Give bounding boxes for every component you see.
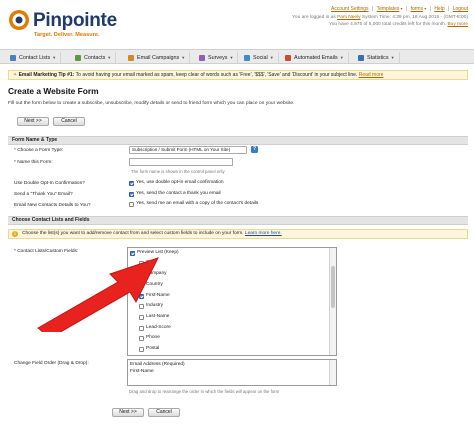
form-type-select[interactable]: Subscription / Submit Form (HTML on Your… — [129, 146, 247, 154]
surveys-icon — [199, 54, 205, 61]
social-icon — [244, 54, 250, 61]
templates-link[interactable]: Templates — [377, 6, 400, 12]
thankyou-label: Send a "Thank You" Email? — [14, 192, 73, 197]
nav-statistics[interactable]: Statistics ▼ — [354, 52, 400, 63]
page-intro: Fill out the form below to create a subs… — [8, 101, 295, 106]
next-button-bottom[interactable]: Next >> — [112, 408, 144, 417]
nav-contacts[interactable]: Contacts ▼ — [71, 52, 117, 63]
header: Pinpointe Target. Deliver. Measure. Acco… — [0, 0, 474, 48]
nav-contact-lists[interactable]: Contact Lists ▼ — [6, 52, 62, 63]
tip-text: To avoid having your email marked as spa… — [74, 72, 358, 78]
form-name-label: * Name this Form: — [14, 160, 53, 165]
learn-more-link[interactable]: Learn more here. — [245, 231, 282, 236]
separator: | — [371, 6, 374, 12]
order-item[interactable]: First-Name — [130, 368, 334, 375]
chevron-down-icon: ▼ — [269, 55, 274, 60]
credits-status: You have 4,975 of 5,000 total credits le… — [328, 22, 468, 27]
help-link[interactable]: Help — [434, 6, 444, 12]
chevron-down-icon: ▼ — [339, 55, 344, 60]
list-item: Phone — [146, 335, 160, 340]
chevron-down-icon: ▼ — [181, 55, 186, 60]
chevron-down-icon: ▼ — [390, 55, 395, 60]
order-box-scrollbar[interactable] — [329, 360, 336, 385]
pinpointe-logo-icon — [9, 10, 29, 30]
chevron-down-icon[interactable]: ▾ — [399, 6, 402, 11]
new-details-checkbox[interactable] — [129, 202, 134, 207]
email-campaigns-icon — [128, 54, 134, 61]
chevron-down-icon: ▼ — [52, 55, 57, 60]
login-status: You are logged in as Pam Neely System Ti… — [292, 15, 468, 20]
account-info: You are logged in as Pam Neely System Ti… — [292, 14, 468, 28]
double-optin-label: Use Double Opt-In Confirmation? — [14, 181, 85, 186]
chevron-down-icon: ▼ — [107, 55, 112, 60]
statistics-icon — [358, 54, 364, 61]
new-details-label: Email New Contacts Details to You? — [14, 203, 91, 208]
form-type-label: * Choose a Form Type: — [14, 148, 64, 153]
listbox-scrollbar[interactable] — [329, 248, 336, 355]
page-title: Create a Website Form — [8, 86, 99, 96]
top-links: Account Settings | Templates ▾ | forms ▾… — [331, 6, 468, 12]
account-settings-link[interactable]: Account Settings — [331, 6, 369, 12]
separator: | — [448, 6, 450, 12]
order-item[interactable]: Email Address (Required) — [130, 361, 334, 368]
form-name-input[interactable] — [129, 158, 233, 166]
brand-name: Pinpointe — [33, 10, 117, 31]
buy-more-link[interactable]: Buy more — [447, 22, 468, 27]
brand-tagline: Target. Deliver. Measure. — [34, 32, 100, 38]
field-order-label: Change Field Order (Drag & Drop): — [14, 361, 89, 366]
help-icon[interactable]: ? — [251, 146, 258, 153]
red-arrow-annotation-icon — [37, 257, 159, 332]
forms-link[interactable]: forms — [411, 6, 424, 12]
section-contact-lists-fields: Choose Contact Lists and Fields — [8, 216, 468, 225]
section-form-name-type: Form Name & Type — [8, 136, 468, 145]
field-order-box[interactable]: Email Address (Required) First-Name — [127, 359, 337, 386]
nav-social[interactable]: Social ▼ — [240, 52, 279, 63]
separator: | — [405, 6, 408, 12]
info-icon: i — [12, 231, 18, 237]
double-optin-checkbox[interactable] — [129, 181, 134, 186]
cancel-button-bottom[interactable]: Cancel — [148, 408, 180, 417]
thankyou-option: Yes, send the contact a thank you email — [136, 191, 221, 196]
chevron-down-icon: ▼ — [229, 55, 234, 60]
cancel-button-top[interactable]: Cancel — [53, 117, 85, 126]
tip-prefix: Email Marketing Tip #1: — [18, 72, 75, 78]
new-details-option: Yes, send me an email with a copy of the… — [136, 201, 259, 206]
field-order-note: Drag and drop to rearrange the order in … — [129, 389, 280, 394]
lightbulb-icon: ✦ — [13, 72, 18, 78]
nav-automated-emails[interactable]: Automated Emails ▼ — [281, 52, 349, 63]
contact-lists-icon — [10, 54, 16, 61]
chevron-down-icon[interactable]: ▾ — [423, 6, 426, 11]
user-link[interactable]: Pam Neely — [337, 15, 360, 20]
contact-lists-info: i Choose the list(s) you want to add/rem… — [8, 229, 468, 239]
tip-read-more-link[interactable]: Read more — [359, 72, 384, 78]
scrollbar-thumb[interactable] — [331, 266, 335, 308]
nav-surveys[interactable]: Surveys ▼ — [195, 52, 239, 63]
main-nav: Contact Lists ▼ Contacts ▼ Email Campaigns… — [0, 49, 474, 64]
thankyou-checkbox[interactable] — [129, 192, 134, 197]
next-button-top[interactable]: Next >> — [17, 117, 49, 126]
separator: | — [429, 6, 431, 12]
field-checkbox-phone[interactable] — [139, 336, 144, 341]
nav-email-campaigns[interactable]: Email Campaigns ▼ — [124, 52, 191, 63]
automated-emails-icon — [285, 54, 291, 61]
form-name-note: The form name is shown in the control pa… — [131, 169, 225, 174]
field-checkbox-postal[interactable] — [139, 347, 144, 352]
email-marketing-tip: ✦ Email Marketing Tip #1: To avoid havin… — [8, 70, 468, 80]
double-optin-option: Yes, use double opt-in email confirmatio… — [136, 180, 224, 185]
logout-link[interactable]: Logout — [453, 6, 468, 12]
contacts-icon — [75, 54, 81, 61]
list-item: Postal — [146, 346, 160, 351]
